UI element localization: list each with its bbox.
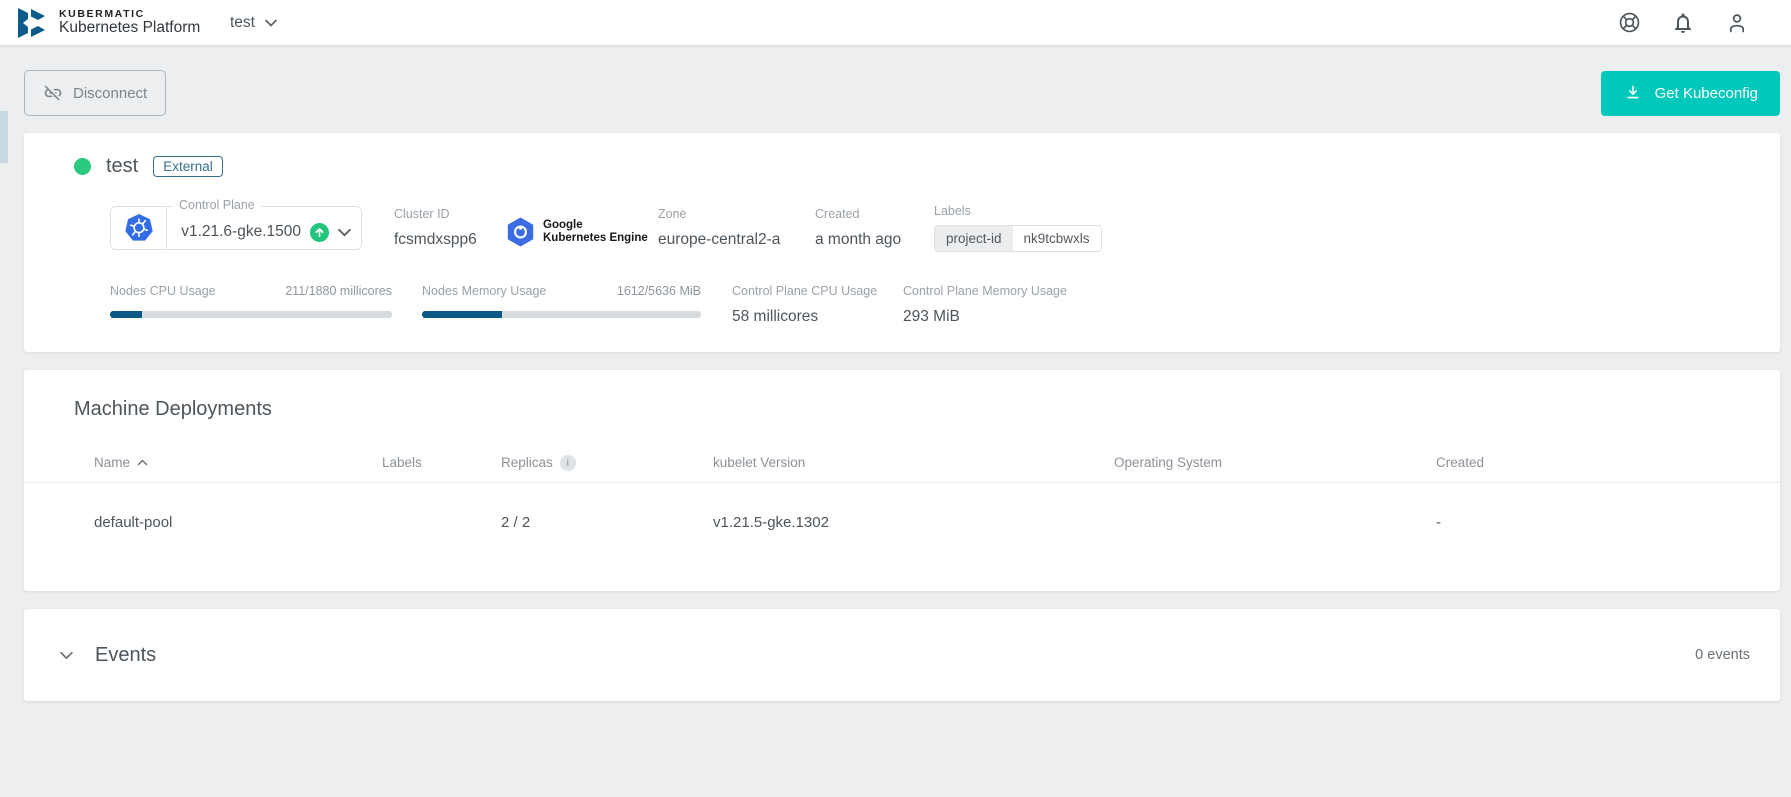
cluster-health-dot: [74, 158, 91, 175]
app-header: KUBERMATIC Kubernetes Platform test: [0, 0, 1791, 45]
nodes-cpu-progress-fill: [110, 311, 142, 318]
events-count: 0 events: [1695, 647, 1750, 663]
cp-memory-label: Control Plane Memory Usage: [903, 284, 1074, 298]
cluster-summary-card: test External Control Plane: [24, 133, 1780, 352]
provider-badge: Google Kubernetes Engine: [506, 208, 658, 248]
created-value: a month ago: [815, 231, 934, 249]
zone-value: europe-central2-a: [658, 231, 815, 249]
cp-cpu-label: Control Plane CPU Usage: [732, 284, 903, 298]
kubermatic-logo-icon: [14, 5, 50, 41]
download-icon: [1623, 83, 1643, 103]
external-badge: External: [153, 156, 223, 177]
control-plane-memory-usage: Control Plane Memory Usage 293 MiB: [903, 284, 1074, 326]
machine-deployment-row[interactable]: default-pool 2 / 2 v1.21.5-gke.1302 -: [24, 483, 1780, 561]
cluster-name: test: [106, 155, 138, 178]
provider-name-line2: Kubernetes Engine: [543, 232, 648, 245]
control-plane-version: v1.21.6-gke.1500: [181, 223, 301, 241]
project-selector[interactable]: test: [222, 8, 285, 38]
replicas-info-icon[interactable]: i: [560, 455, 576, 471]
control-plane-label: Control Plane: [173, 198, 261, 212]
nodes-memory-usage: Nodes Memory Usage 1612/5636 MiB: [422, 284, 701, 326]
nodes-cpu-usage: Nodes CPU Usage 211/1880 millicores: [110, 284, 392, 326]
md-created-cell: -: [1436, 514, 1780, 531]
bell-icon: [1671, 11, 1695, 35]
cluster-id-value: fcsmdxspp6: [394, 231, 506, 249]
machine-deployments-table: Name Labels Replicas i kubelet Version O…: [24, 443, 1780, 561]
cluster-id-field: Cluster ID fcsmdxspp6: [394, 207, 506, 249]
events-panel-header[interactable]: Events 0 events: [24, 609, 1780, 701]
control-plane-cpu-usage: Control Plane CPU Usage 58 millicores: [732, 284, 903, 326]
project-selector-value: test: [230, 14, 255, 32]
gke-logo-icon: [506, 216, 535, 248]
machine-deployments-title: Machine Deployments: [24, 398, 1780, 421]
user-menu-button[interactable]: [1723, 9, 1751, 37]
provider-name-line1: Google: [543, 219, 648, 232]
labels-field: Labels project-id nk9tcbwxls: [934, 204, 1102, 252]
topbar-actions: [1615, 9, 1791, 37]
nodes-memory-progressbar: [422, 311, 701, 318]
table-header-row: Name Labels Replicas i kubelet Version O…: [24, 443, 1780, 483]
cp-memory-value: 293 MiB: [903, 308, 1074, 326]
unlink-icon: [43, 83, 63, 103]
upgrade-available-icon[interactable]: [310, 223, 329, 242]
label-chip-key: project-id: [935, 226, 1013, 251]
sidenav-collapsed-strip[interactable]: [0, 111, 8, 163]
md-kubelet-cell: v1.21.5-gke.1302: [713, 514, 1114, 531]
kubermatic-brand: KUBERMATIC Kubernetes Platform: [0, 5, 210, 41]
chevron-down-icon: [338, 228, 351, 237]
column-header-labels: Labels: [382, 455, 501, 470]
chevron-down-icon: [265, 19, 277, 27]
nodes-cpu-value: 211/1880 millicores: [285, 284, 392, 298]
nodes-memory-value: 1612/5636 MiB: [617, 284, 701, 298]
sort-ascending-icon: [137, 459, 148, 466]
cluster-detail-page: test External Control Plane: [0, 133, 1791, 701]
md-replicas-cell: 2 / 2: [501, 514, 713, 531]
labels-label: Labels: [934, 204, 1102, 218]
disconnect-button[interactable]: Disconnect: [24, 70, 166, 116]
notifications-button[interactable]: [1669, 9, 1697, 37]
column-header-operating-system: Operating System: [1114, 455, 1436, 470]
zone-field: Zone europe-central2-a: [658, 207, 815, 249]
nodes-cpu-progressbar: [110, 311, 392, 318]
chevron-down-icon: [60, 651, 73, 660]
created-field: Created a month ago: [815, 207, 934, 249]
label-chip: project-id nk9tcbwxls: [934, 225, 1102, 252]
events-title: Events: [95, 644, 156, 667]
get-kubeconfig-label: Get Kubeconfig: [1655, 85, 1758, 102]
label-chip-value: nk9tcbwxls: [1013, 226, 1101, 251]
cluster-id-label: Cluster ID: [394, 207, 506, 221]
column-header-replicas: Replicas i: [501, 455, 713, 471]
help-buoy-icon: [1617, 10, 1642, 35]
disconnect-label: Disconnect: [73, 85, 147, 102]
get-kubeconfig-button[interactable]: Get Kubeconfig: [1601, 71, 1780, 116]
column-header-name[interactable]: Name: [94, 455, 382, 470]
cp-cpu-value: 58 millicores: [732, 308, 903, 326]
brand-subtitle: Kubernetes Platform: [59, 20, 200, 36]
nodes-memory-label: Nodes Memory Usage: [422, 284, 546, 298]
nodes-cpu-label: Nodes CPU Usage: [110, 284, 216, 298]
help-button[interactable]: [1615, 9, 1643, 37]
nodes-memory-progress-fill: [422, 311, 502, 318]
created-label: Created: [815, 207, 934, 221]
kubernetes-logo-icon: [111, 207, 167, 249]
control-plane-version-select[interactable]: Control Plane v1.21.6-gke.1500: [110, 206, 362, 250]
md-name-cell: default-pool: [94, 514, 382, 531]
column-header-kubelet-version: kubelet Version: [713, 455, 1114, 470]
user-icon: [1725, 11, 1749, 35]
machine-deployments-card: Machine Deployments Name Labels Replicas…: [24, 370, 1780, 591]
column-header-created: Created: [1436, 455, 1780, 470]
zone-label: Zone: [658, 207, 815, 221]
cluster-toolbar: Disconnect Get Kubeconfig: [0, 45, 1791, 133]
